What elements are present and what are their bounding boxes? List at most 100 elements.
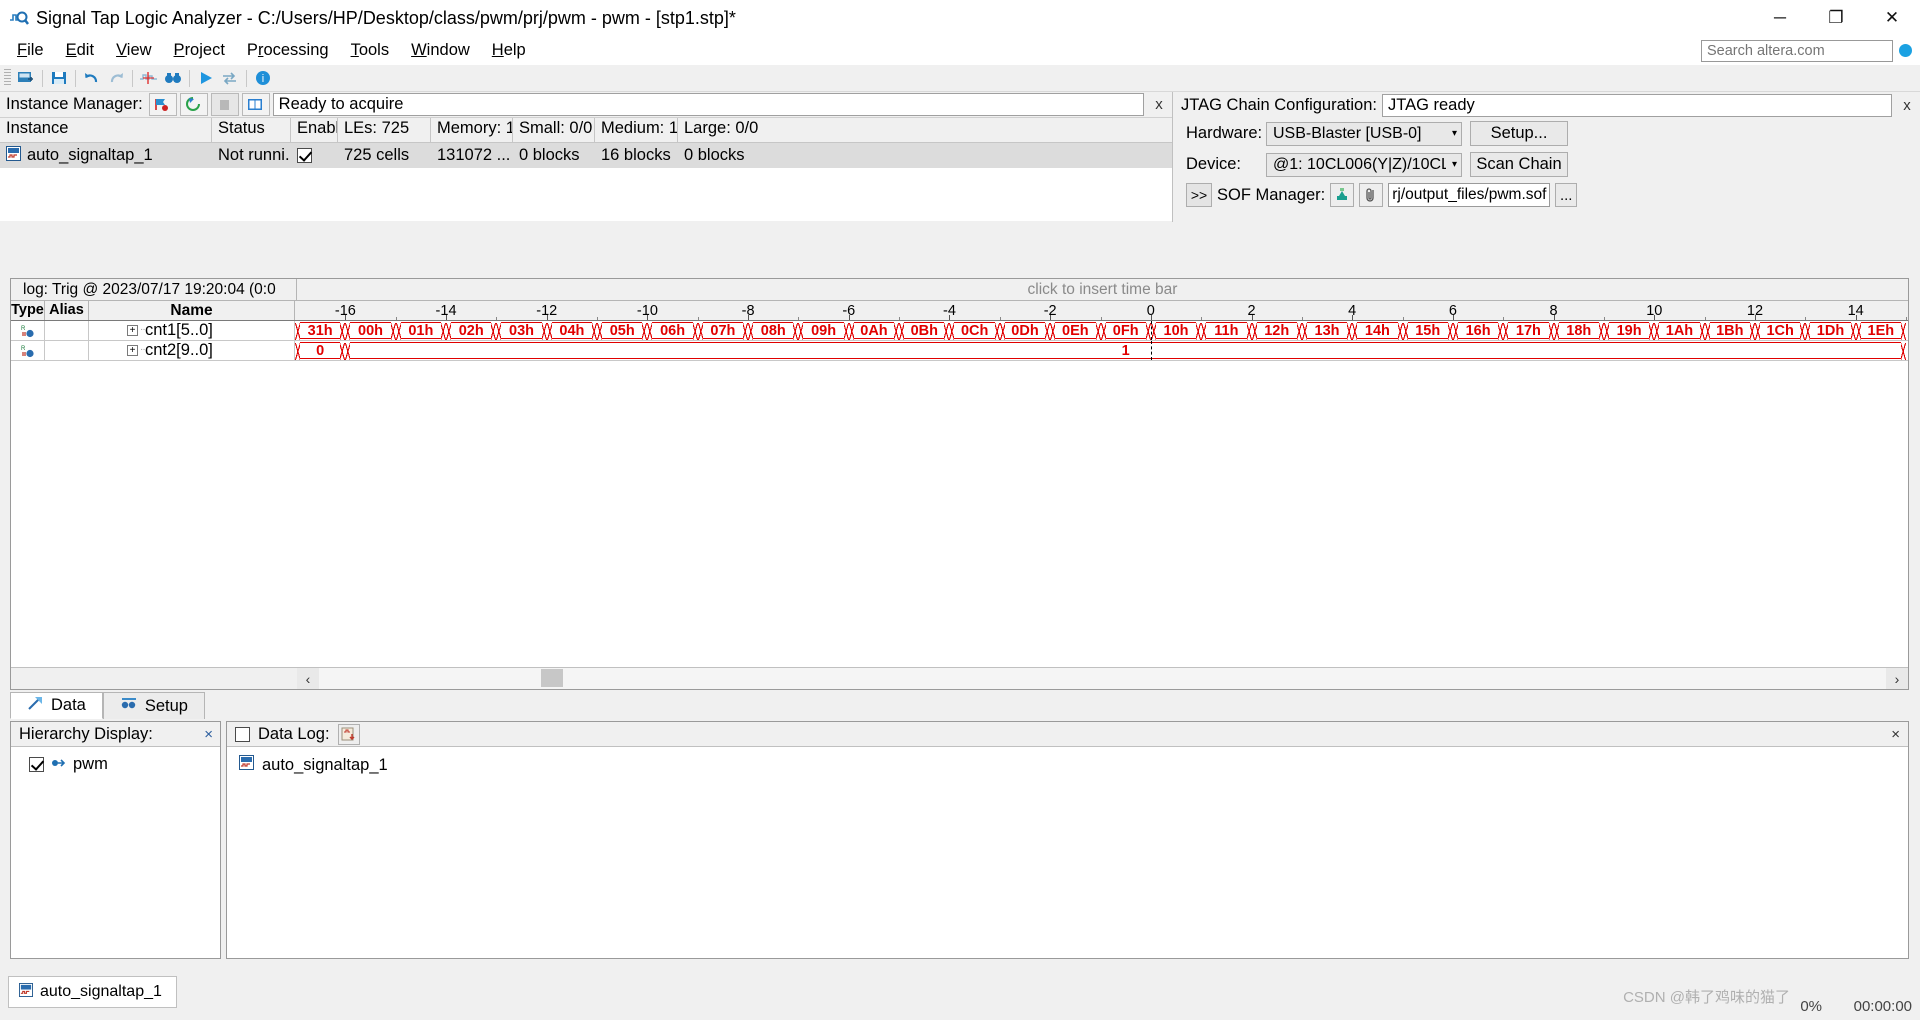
close-button[interactable]: ✕: [1864, 0, 1920, 36]
data-log-close-icon[interactable]: ×: [1891, 726, 1908, 743]
sof-browse-button[interactable]: ...: [1555, 183, 1577, 207]
bus-value-cell: 17h: [1508, 322, 1548, 339]
save-log-icon[interactable]: [338, 724, 360, 745]
ruler-tick-mark: [1151, 315, 1152, 320]
maximize-button[interactable]: ❐: [1808, 0, 1864, 36]
scroll-right-icon[interactable]: ›: [1886, 668, 1908, 689]
signal-row[interactable]: R+cnt2[9..0]01: [11, 341, 1908, 361]
scroll-track[interactable]: [319, 668, 1886, 689]
attach-sof-icon[interactable]: [1359, 183, 1383, 207]
ruler-tick-mark-minor: [899, 317, 900, 320]
menu-project[interactable]: Project: [163, 38, 236, 63]
setup-button[interactable]: Setup...: [1470, 121, 1568, 146]
autorun-analysis-icon[interactable]: [180, 93, 208, 116]
hardware-select[interactable]: USB-Blaster [USB-0] ▾: [1266, 122, 1462, 146]
log-trigger-label: log: Trig @ 2023/07/17 19:20:04 (0:0: [11, 279, 297, 300]
bus-value-cell: 02h: [451, 322, 491, 339]
trigger-marker[interactable]: [1151, 341, 1152, 360]
bus-value-cell: 1Bh: [1710, 322, 1750, 339]
table-row[interactable]: auto_signaltap_1 Not runni... 725 cells …: [0, 143, 1172, 168]
menu-tools[interactable]: Tools: [340, 38, 401, 63]
undo-icon[interactable]: [81, 67, 103, 89]
redo-icon[interactable]: [105, 67, 127, 89]
column-alias[interactable]: Alias: [45, 301, 89, 320]
minimize-button[interactable]: ─: [1752, 0, 1808, 36]
read-data-icon[interactable]: [242, 93, 270, 116]
menu-edit[interactable]: Edit: [55, 38, 105, 63]
column-les[interactable]: LEs: 725: [338, 118, 431, 142]
expand-icon[interactable]: +: [127, 345, 138, 356]
scroll-left-icon[interactable]: ‹: [297, 668, 319, 689]
program-device-icon[interactable]: [1330, 183, 1354, 207]
data-log-checkbox[interactable]: [235, 727, 250, 742]
menu-window[interactable]: Window: [400, 38, 481, 63]
hierarchy-close-icon[interactable]: ×: [204, 726, 220, 743]
ruler-tick-mark: [1654, 315, 1655, 320]
node-icon: [51, 755, 66, 774]
ruler-tick-mark-minor: [798, 317, 799, 320]
step-icon[interactable]: [219, 67, 241, 89]
bus-value-cell: 10h: [1156, 322, 1196, 339]
trigger-marker[interactable]: [1151, 321, 1152, 340]
cell-enable[interactable]: [291, 148, 338, 163]
column-memory[interactable]: Memory: 1: [431, 118, 513, 142]
tab-setup[interactable]: Setup: [103, 692, 205, 719]
chevron-down-icon: ▾: [1446, 159, 1457, 170]
jtag-panel-close-icon[interactable]: x: [1894, 94, 1920, 117]
status-instance-tab[interactable]: auto_signaltap_1: [8, 976, 177, 1008]
instance-manager-panel: Instance Manager: Ready to acquire x: [0, 92, 1173, 222]
column-status[interactable]: Status: [212, 118, 291, 142]
toolbar-grip[interactable]: [4, 69, 11, 87]
sof-path-field[interactable]: rj/output_files/pwm.sof: [1388, 183, 1550, 207]
instance-status-field[interactable]: Ready to acquire: [273, 93, 1144, 116]
view-icon[interactable]: [162, 67, 184, 89]
column-type[interactable]: Type: [11, 301, 45, 320]
expand-icon[interactable]: +: [127, 325, 138, 336]
help-icon[interactable]: i: [252, 67, 274, 89]
signal-name[interactable]: +cnt1[5..0]: [89, 321, 295, 340]
sof-expand-button[interactable]: >>: [1186, 183, 1212, 207]
hierarchy-item-label: pwm: [73, 755, 108, 774]
waveform-track[interactable]: 31h00h01h02h03h04h05h06h07h08h09h0Ah0Bh0…: [295, 321, 1908, 340]
horizontal-scrollbar[interactable]: ‹ ›: [11, 667, 1908, 689]
column-name[interactable]: Name: [89, 301, 295, 320]
enable-checkbox[interactable]: [297, 148, 312, 163]
column-instance[interactable]: Instance: [0, 118, 212, 142]
signal-row[interactable]: R+cnt1[5..0]31h00h01h02h03h04h05h06h07h0…: [11, 321, 1908, 341]
jtag-status-field[interactable]: JTAG ready: [1382, 94, 1892, 117]
find-signal-icon[interactable]: [138, 67, 160, 89]
tab-data-label: Data: [51, 696, 86, 715]
column-large[interactable]: Large: 0/0: [678, 118, 878, 142]
bus-value-cell: 11h: [1206, 322, 1246, 339]
ruler-tick-mark-minor: [1101, 317, 1102, 320]
instance-icon: [6, 146, 21, 166]
list-item[interactable]: auto_signaltap_1: [227, 747, 1908, 775]
menu-view[interactable]: View: [105, 38, 162, 63]
menu-processing[interactable]: Processing: [236, 38, 340, 63]
time-ruler[interactable]: -16-14-12-10-8-6-4-202468101214: [295, 301, 1908, 320]
menu-file[interactable]: File: [6, 38, 55, 63]
column-enable[interactable]: Enable: [291, 118, 338, 142]
column-medium[interactable]: Medium: 1(: [595, 118, 678, 142]
waveform-empty-area: [11, 361, 1908, 581]
menu-help[interactable]: Help: [481, 38, 537, 63]
cell-large: 0 blocks: [678, 146, 878, 165]
run-analysis-icon[interactable]: [149, 93, 177, 116]
run-analysis-icon[interactable]: [195, 67, 217, 89]
column-small[interactable]: Small: 0/0: [513, 118, 595, 142]
tab-data[interactable]: Data: [10, 692, 103, 719]
new-signaltap-icon[interactable]: [15, 67, 37, 89]
save-icon[interactable]: [48, 67, 70, 89]
list-item[interactable]: pwm: [11, 747, 220, 774]
insert-time-bar-hint[interactable]: click to insert time bar: [297, 279, 1908, 300]
hierarchy-display-panel: Hierarchy Display: × pwm: [10, 721, 221, 959]
instance-panel-close-icon[interactable]: x: [1146, 93, 1172, 116]
scan-chain-button[interactable]: Scan Chain: [1470, 152, 1568, 177]
device-select[interactable]: @1: 10CL006(Y|Z)/10CL010 ▾: [1266, 153, 1462, 177]
hierarchy-checkbox[interactable]: [29, 757, 44, 772]
scroll-thumb[interactable]: [541, 669, 563, 687]
signal-name[interactable]: +cnt2[9..0]: [89, 341, 295, 360]
status-bar: auto_signaltap_1 CSDN @韩了鸡味的猫了 0% 00:00:…: [0, 972, 1920, 1020]
waveform-track[interactable]: 01: [295, 341, 1908, 360]
search-input[interactable]: [1701, 40, 1893, 62]
